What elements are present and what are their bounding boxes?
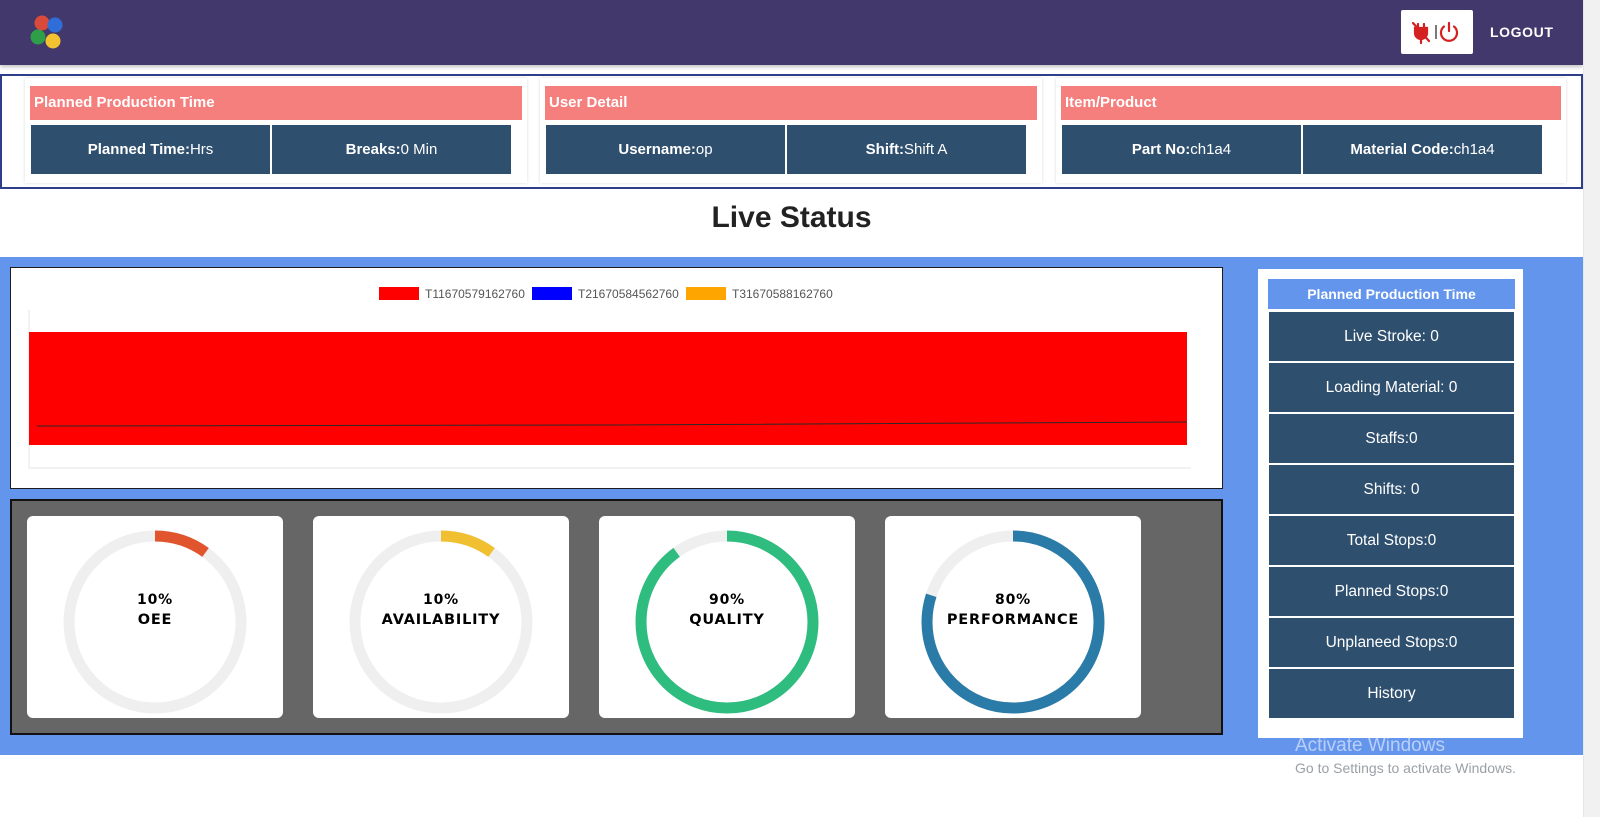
material-code-key: Material Code:: [1350, 141, 1454, 158]
item-card-title: Item/Product: [1061, 86, 1561, 120]
gauge-label: QUALITY: [689, 612, 765, 628]
colored-dots-logo-icon[interactable]: [28, 13, 70, 53]
activate-windows-title: Activate Windows: [1295, 735, 1445, 756]
stats-panel: Planned Production Time Live Stroke: 0 Lo…: [1258, 269, 1523, 738]
planned-time-key: Planned Time:: [87, 141, 190, 158]
legend-swatch-3[interactable]: [686, 287, 726, 300]
legend-label-2[interactable]: T21670584562760: [578, 287, 679, 301]
gauge-label: PERFORMANCE: [946, 612, 1080, 628]
stat-button-8[interactable]: History: [1269, 669, 1514, 718]
live-chart-panel: T11670579162760 T21670584562760 T316705881…: [10, 267, 1223, 489]
user-card: User Detail Username: op Shift: Shift A: [540, 78, 1042, 183]
gauge-label: OEE: [137, 612, 173, 628]
stat-button-5[interactable]: Total Stops:0: [1269, 516, 1514, 565]
gauge-card-oee: 10% OEE: [27, 516, 283, 718]
production-card: Planned Production Time Planned Time: Hrs…: [25, 78, 527, 183]
planned-time-cell: Planned Time: Hrs: [31, 125, 270, 174]
series-area-1: [29, 332, 1187, 445]
stats-title: Planned Production Time: [1268, 279, 1515, 309]
breaks-value: 0 Min: [400, 141, 438, 158]
gauge-percent: 90%: [709, 592, 745, 608]
logout-button[interactable]: LOGOUT: [1490, 24, 1553, 40]
stat-button-2[interactable]: Loading Material: 0: [1269, 363, 1514, 412]
planned-time-value: Hrs: [189, 141, 214, 158]
username-cell: Username: op: [546, 125, 785, 174]
page-scrollbar[interactable]: [1583, 0, 1600, 817]
app-root: LOGOUT Planned Production Time Planned T…: [0, 0, 1600, 817]
breaks-key: Breaks:: [345, 141, 401, 158]
live-chart: T11670579162760 T21670584562760 T316705881…: [28, 287, 1191, 469]
shift-cell: Shift: Shift A: [787, 125, 1026, 174]
part-no-cell: Part No: ch1a4: [1062, 125, 1301, 174]
stat-button-4[interactable]: Shifts: 0: [1269, 465, 1514, 514]
gauge-card-performance: 80% PERFORMANCE: [885, 516, 1141, 718]
stat-button-6[interactable]: Planned Stops:0: [1269, 567, 1514, 616]
activate-windows-subtitle: Go to Settings to activate Windows.: [1295, 760, 1516, 776]
username-key: Username:: [618, 141, 696, 158]
gauge-card-availability: 10% AVAILABILITY: [313, 516, 569, 718]
stat-button-3[interactable]: Staffs:0: [1269, 414, 1514, 463]
material-code-cell: Material Code: ch1a4: [1303, 125, 1542, 174]
gauge-percent: 80%: [995, 592, 1031, 608]
unplugged-power-icon: [1411, 21, 1459, 45]
gauge-label: AVAILABILITY: [381, 612, 501, 628]
shift-value: Shift A: [903, 141, 948, 158]
legend-swatch-1[interactable]: [379, 287, 419, 300]
stat-button-1[interactable]: Live Stroke: 0: [1269, 312, 1514, 361]
top-navbar: LOGOUT: [0, 0, 1583, 65]
legend-swatch-2[interactable]: [532, 287, 572, 300]
gauge-card-quality: 90% QUALITY: [599, 516, 855, 718]
legend-label-1[interactable]: T11670579162760: [425, 287, 525, 301]
page-title: Live Status: [711, 201, 872, 234]
username-value: op: [695, 141, 713, 158]
material-code-value: ch1a4: [1453, 141, 1495, 158]
legend-label-3[interactable]: T31670588162760: [732, 287, 833, 301]
connection-status-button[interactable]: [1401, 10, 1473, 54]
production-card-title: Planned Production Time: [30, 86, 522, 120]
gauge-percent: 10%: [423, 592, 459, 608]
part-no-key: Part No:: [1131, 141, 1191, 158]
gauge-percent: 10%: [137, 592, 173, 608]
item-card: Item/Product Part No: ch1a4 Material Code…: [1056, 78, 1566, 183]
part-no-value: ch1a4: [1190, 141, 1232, 158]
stat-button-7[interactable]: Unplaneed Stops:0: [1269, 618, 1514, 667]
shift-key: Shift:: [865, 141, 904, 158]
user-card-title: User Detail: [545, 86, 1037, 120]
breaks-cell: Breaks: 0 Min: [272, 125, 511, 174]
